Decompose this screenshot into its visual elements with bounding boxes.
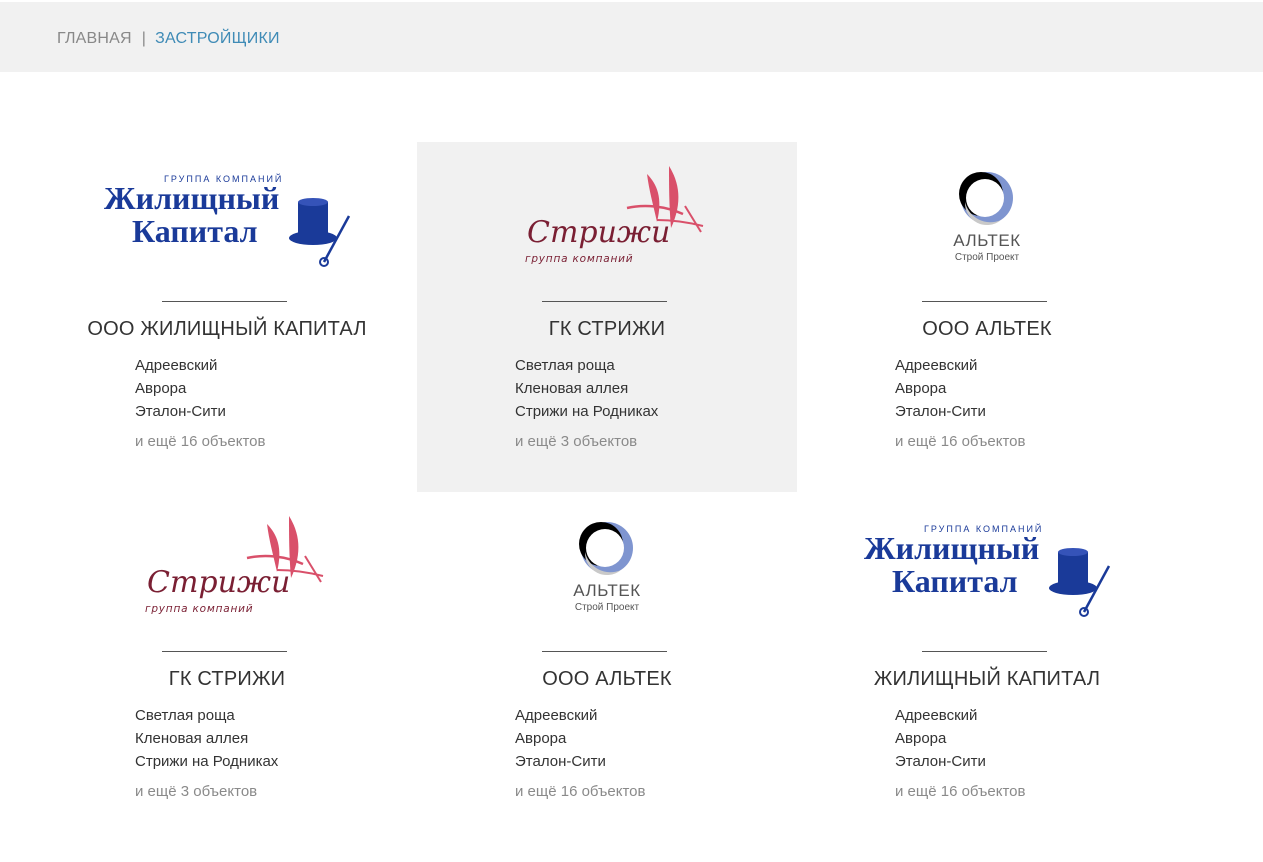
developer-name[interactable]: ГК СТРИЖИ — [417, 318, 797, 341]
divider — [162, 651, 287, 652]
divider — [542, 301, 667, 302]
developer-name[interactable]: ООО АЛЬТЕК — [417, 668, 797, 691]
breadcrumb: ГЛАВНАЯ | ЗАСТРОЙЩИКИ — [57, 30, 280, 48]
strizhi-logo: Стрижи группа компаний — [417, 162, 797, 292]
svg-text:группа компаний: группа компаний — [145, 603, 253, 615]
svg-text:Капитал: Капитал — [132, 213, 258, 249]
object-item[interactable]: Аврора — [135, 377, 226, 400]
more-objects-link[interactable]: и ещё 3 объектов — [515, 433, 637, 450]
divider — [542, 651, 667, 652]
more-objects-link[interactable]: и ещё 16 объектов — [515, 783, 646, 800]
divider — [922, 651, 1047, 652]
svg-text:Жилищный: Жилищный — [104, 180, 279, 216]
altek-logo: АЛЬТЕК Строй Проект — [797, 162, 1177, 292]
zhilishchny-kapital-logo: ГРУППА КОМПАНИЙ Жилищный Капитал — [797, 512, 1177, 642]
object-item[interactable]: Кленовая аллея — [135, 727, 278, 750]
object-list: Адреевский Аврора Эталон-Сити — [895, 354, 986, 423]
developer-card[interactable]: Стрижи группа компаний ГК СТРИЖИ Светлая… — [37, 492, 417, 842]
developer-card[interactable]: Стрижи группа компаний ГК СТРИЖИ Светлая… — [417, 142, 797, 492]
svg-text:Стрижи: Стрижи — [147, 565, 290, 600]
strizhi-logo: Стрижи группа компаний — [37, 512, 417, 642]
more-objects-link[interactable]: и ещё 16 объектов — [135, 433, 266, 450]
object-list: Светлая роща Кленовая аллея Стрижи на Ро… — [135, 704, 278, 773]
object-list: Адреевский Аврора Эталон-Сити — [515, 704, 606, 773]
object-list: Адреевский Аврора Эталон-Сити — [135, 354, 226, 423]
svg-text:Стрижи: Стрижи — [527, 215, 670, 250]
svg-text:группа компаний: группа компаний — [525, 253, 633, 265]
breadcrumb-bar: ГЛАВНАЯ | ЗАСТРОЙЩИКИ — [0, 2, 1263, 72]
svg-text:Строй Проект: Строй Проект — [955, 252, 1020, 263]
object-item[interactable]: Стрижи на Родниках — [135, 750, 278, 773]
object-item[interactable]: Эталон-Сити — [895, 750, 986, 773]
more-objects-link[interactable]: и ещё 3 объектов — [135, 783, 257, 800]
object-list: Светлая роща Кленовая аллея Стрижи на Ро… — [515, 354, 658, 423]
object-item[interactable]: Адреевский — [515, 704, 606, 727]
developer-card[interactable]: АЛЬТЕК Строй Проект ООО АЛЬТЕК Адреевски… — [417, 492, 797, 842]
object-item[interactable]: Эталон-Сити — [515, 750, 606, 773]
object-list: Адреевский Аврора Эталон-Сити — [895, 704, 986, 773]
object-item[interactable]: Аврора — [515, 727, 606, 750]
more-objects-link[interactable]: и ещё 16 объектов — [895, 783, 1026, 800]
breadcrumb-current: ЗАСТРОЙЩИКИ — [155, 30, 280, 47]
developer-card[interactable]: АЛЬТЕК Строй Проект ООО АЛЬТЕК Адреевски… — [797, 142, 1177, 492]
object-item[interactable]: Эталон-Сити — [135, 400, 226, 423]
svg-text:Строй Проект: Строй Проект — [575, 602, 640, 613]
object-item[interactable]: Аврора — [895, 727, 986, 750]
object-item[interactable]: Адреевский — [895, 704, 986, 727]
more-objects-link[interactable]: и ещё 16 объектов — [895, 433, 1026, 450]
developer-card[interactable]: ГРУППА КОМПАНИЙ Жилищный Капитал ООО ЖИЛ… — [37, 142, 417, 492]
developer-name[interactable]: ЖИЛИЩНЫЙ КАПИТАЛ — [797, 668, 1177, 691]
breadcrumb-separator: | — [141, 30, 147, 47]
altek-logo: АЛЬТЕК Строй Проект — [417, 512, 797, 642]
object-item[interactable]: Кленовая аллея — [515, 377, 658, 400]
object-item[interactable]: Адреевский — [135, 354, 226, 377]
developer-name[interactable]: ООО АЛЬТЕК — [797, 318, 1177, 341]
developer-name[interactable]: ООО ЖИЛИЩНЫЙ КАПИТАЛ — [37, 318, 417, 341]
object-item[interactable]: Эталон-Сити — [895, 400, 986, 423]
object-item[interactable]: Аврора — [895, 377, 986, 400]
object-item[interactable]: Адреевский — [895, 354, 986, 377]
svg-text:АЛЬТЕК: АЛЬТЕК — [953, 231, 1021, 250]
object-item[interactable]: Светлая роща — [135, 704, 278, 727]
developer-card[interactable]: ГРУППА КОМПАНИЙ Жилищный Капитал ЖИЛИЩНЫ… — [797, 492, 1177, 842]
svg-text:Капитал: Капитал — [892, 563, 1018, 599]
object-item[interactable]: Стрижи на Родниках — [515, 400, 658, 423]
divider — [162, 301, 287, 302]
zhilishchny-kapital-logo: ГРУППА КОМПАНИЙ Жилищный Капитал — [37, 162, 417, 292]
svg-text:АЛЬТЕК: АЛЬТЕК — [573, 581, 641, 600]
svg-text:Жилищный: Жилищный — [864, 530, 1039, 566]
object-item[interactable]: Светлая роща — [515, 354, 658, 377]
developer-name[interactable]: ГК СТРИЖИ — [37, 668, 417, 691]
divider — [922, 301, 1047, 302]
breadcrumb-home-link[interactable]: ГЛАВНАЯ — [57, 30, 132, 47]
